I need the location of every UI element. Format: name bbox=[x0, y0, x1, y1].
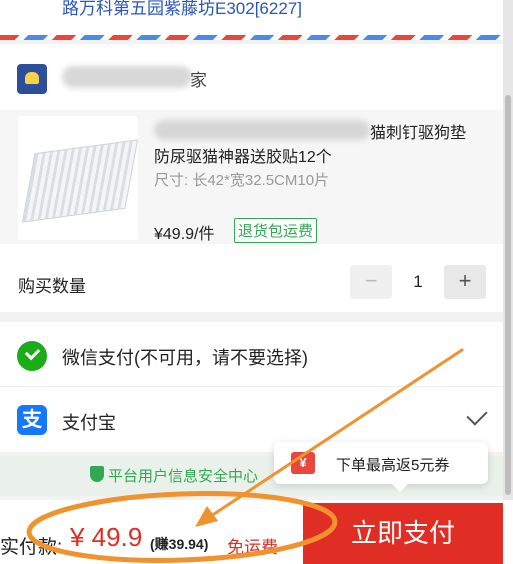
wechat-pay-label: 微信支付(不可用，请不要选择) bbox=[62, 348, 308, 368]
shop-name-redacted bbox=[62, 66, 192, 88]
quantity-label: 购买数量 bbox=[18, 277, 86, 296]
total-label: 实付款: bbox=[0, 537, 63, 558]
security-text: 平台用户信息安全中心 bbox=[108, 468, 259, 485]
address-text: 路万科第五园紫藤坊E302[6227] bbox=[62, 0, 302, 18]
coupon-text: 下单最高返5元券 bbox=[336, 457, 450, 474]
product-title-line1: 猫刺钉驱狗垫 bbox=[370, 125, 467, 142]
quantity-minus-button[interactable]: − bbox=[350, 265, 392, 299]
product-title-redacted bbox=[154, 120, 370, 140]
wechat-pay-icon bbox=[17, 341, 47, 371]
address-strip[interactable]: 路万科第五园紫藤坊E302[6227] bbox=[0, 0, 503, 40]
checkout-bar: 实付款: ¥ 49.9 (赚39.94) 免运费 立即支付 bbox=[0, 500, 513, 564]
quantity-plus-button[interactable]: + bbox=[444, 265, 486, 299]
coupon-icon: ¥ bbox=[291, 452, 315, 474]
alipay-label: 支付宝 bbox=[62, 413, 116, 433]
airmail-border bbox=[0, 35, 503, 40]
payment-methods: 微信支付(不可用，请不要选择) 支 支付宝 bbox=[0, 322, 503, 452]
scroll-thumb[interactable] bbox=[505, 95, 511, 495]
shop-name: 家 bbox=[190, 71, 207, 90]
product-row[interactable]: 猫刺钉驱狗垫 防尿驱猫神器送胶贴12个 尺寸: 长42*宽32.5CM10片 ¥… bbox=[0, 110, 503, 244]
product-image bbox=[18, 116, 138, 240]
shop-avatar-icon bbox=[17, 64, 47, 94]
return-shipping-badge: 退货包运费 bbox=[234, 218, 318, 243]
earn-amount: (赚39.94) bbox=[150, 536, 209, 552]
free-shipping-label: 免运费 bbox=[227, 538, 278, 557]
coupon-tooltip[interactable]: ¥ 下单最高返5元券 bbox=[274, 442, 488, 492]
total-price: ¥ 49.9 bbox=[70, 522, 143, 552]
pay-now-button[interactable]: 立即支付 bbox=[303, 503, 503, 564]
payment-option-wechat[interactable]: 微信支付(不可用，请不要选择) bbox=[0, 322, 503, 387]
quantity-value[interactable]: 1 bbox=[392, 265, 444, 299]
product-price: ¥49.9/件 bbox=[154, 226, 215, 243]
order-card: 家 猫刺钉驱狗垫 防尿驱猫神器送胶贴12个 尺寸: 长42*宽32.5CM10片… bbox=[0, 44, 503, 312]
checkmark-icon bbox=[466, 404, 488, 426]
alipay-icon: 支 bbox=[17, 405, 47, 435]
shield-icon bbox=[90, 466, 104, 482]
product-sku: 尺寸: 长42*宽32.5CM10片 bbox=[154, 172, 330, 189]
spike-mat-image bbox=[21, 139, 138, 223]
product-title-line2: 防尿驱猫神器送胶贴12个 bbox=[154, 149, 332, 166]
scrollbar[interactable] bbox=[503, 0, 513, 564]
